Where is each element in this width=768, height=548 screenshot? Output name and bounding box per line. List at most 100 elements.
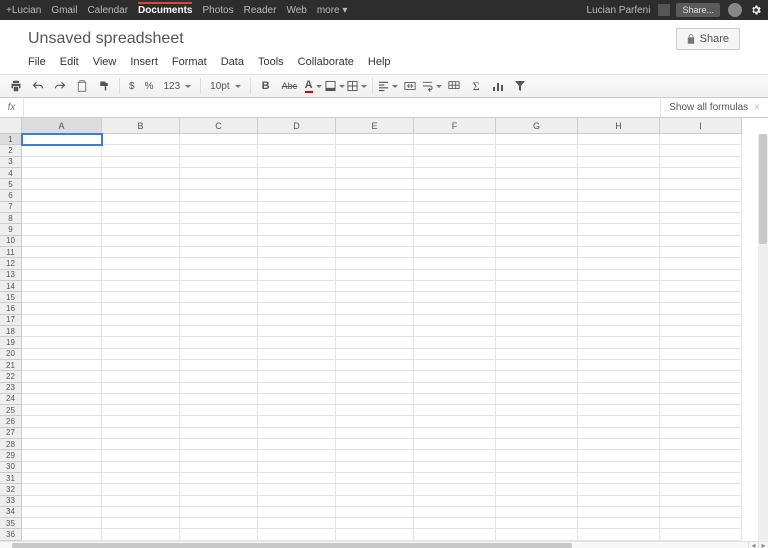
cell[interactable] xyxy=(660,292,742,303)
row-header[interactable]: 25 xyxy=(0,405,22,416)
undo-icon[interactable] xyxy=(28,77,48,95)
cell[interactable] xyxy=(660,168,742,179)
cell[interactable] xyxy=(578,281,660,292)
cell[interactable] xyxy=(414,507,496,518)
cell[interactable] xyxy=(660,224,742,235)
cell[interactable] xyxy=(180,428,258,439)
cell[interactable] xyxy=(414,213,496,224)
vertical-scrollbar[interactable] xyxy=(758,134,768,541)
gbar-link[interactable]: Documents xyxy=(138,2,192,16)
column-header[interactable]: F xyxy=(414,118,496,134)
cell[interactable] xyxy=(258,270,336,281)
cell[interactable] xyxy=(660,315,742,326)
cell[interactable] xyxy=(102,337,180,348)
cell[interactable] xyxy=(180,236,258,247)
cell[interactable] xyxy=(496,315,578,326)
cell[interactable] xyxy=(336,315,414,326)
cell[interactable] xyxy=(102,473,180,484)
cell[interactable] xyxy=(496,258,578,269)
cell[interactable] xyxy=(578,213,660,224)
cell[interactable] xyxy=(414,394,496,405)
cell[interactable] xyxy=(578,179,660,190)
print-icon[interactable] xyxy=(6,77,26,95)
functions-button[interactable]: Σ xyxy=(466,77,486,95)
cell[interactable] xyxy=(496,292,578,303)
cell[interactable] xyxy=(414,371,496,382)
cell[interactable] xyxy=(336,303,414,314)
cell[interactable] xyxy=(180,258,258,269)
number-format-button[interactable]: 123 xyxy=(159,77,195,95)
cell[interactable] xyxy=(102,462,180,473)
cell[interactable] xyxy=(414,383,496,394)
cell[interactable] xyxy=(22,134,102,145)
cell[interactable] xyxy=(496,360,578,371)
cell[interactable] xyxy=(22,179,102,190)
cell[interactable] xyxy=(102,270,180,281)
row-header[interactable]: 26 xyxy=(0,416,22,427)
cell[interactable] xyxy=(102,190,180,201)
cell[interactable] xyxy=(336,518,414,529)
menu-file[interactable]: File xyxy=(28,56,46,68)
cell[interactable] xyxy=(336,462,414,473)
cell[interactable] xyxy=(336,496,414,507)
cell[interactable] xyxy=(578,518,660,529)
cell[interactable] xyxy=(414,360,496,371)
cell[interactable] xyxy=(258,428,336,439)
row-header[interactable]: 6 xyxy=(0,190,22,201)
cell[interactable] xyxy=(22,383,102,394)
cell[interactable] xyxy=(414,349,496,360)
cell[interactable] xyxy=(496,281,578,292)
avatar-icon[interactable] xyxy=(728,3,742,17)
cell[interactable] xyxy=(660,213,742,224)
font-size-select[interactable]: 10pt xyxy=(206,77,244,95)
column-header[interactable]: A xyxy=(22,118,102,134)
cell[interactable] xyxy=(496,484,578,495)
fill-color-button[interactable] xyxy=(325,77,345,95)
column-header[interactable]: G xyxy=(496,118,578,134)
show-all-formulas-button[interactable]: Show all formulas × xyxy=(660,98,768,117)
cell[interactable] xyxy=(660,349,742,360)
cell[interactable] xyxy=(22,349,102,360)
row-header[interactable]: 5 xyxy=(0,179,22,190)
cell[interactable] xyxy=(496,337,578,348)
cell[interactable] xyxy=(660,394,742,405)
cell[interactable] xyxy=(496,496,578,507)
row-header[interactable]: 24 xyxy=(0,394,22,405)
cell[interactable] xyxy=(336,484,414,495)
cell[interactable] xyxy=(22,507,102,518)
cell[interactable] xyxy=(660,236,742,247)
cell[interactable] xyxy=(102,518,180,529)
cell[interactable] xyxy=(578,473,660,484)
cell[interactable] xyxy=(336,529,414,540)
cell[interactable] xyxy=(180,281,258,292)
row-header[interactable]: 18 xyxy=(0,326,22,337)
cell[interactable] xyxy=(336,349,414,360)
cell[interactable] xyxy=(180,349,258,360)
cell[interactable] xyxy=(258,202,336,213)
cell[interactable] xyxy=(496,349,578,360)
cell[interactable] xyxy=(660,303,742,314)
row-header[interactable]: 35 xyxy=(0,518,22,529)
cell[interactable] xyxy=(496,428,578,439)
cell[interactable] xyxy=(578,315,660,326)
cell[interactable] xyxy=(496,157,578,168)
gbar-share-button[interactable]: Share... xyxy=(676,3,720,17)
cell[interactable] xyxy=(496,326,578,337)
cell[interactable] xyxy=(180,383,258,394)
cell[interactable] xyxy=(180,360,258,371)
cell[interactable] xyxy=(180,190,258,201)
cell[interactable] xyxy=(258,484,336,495)
column-header[interactable]: C xyxy=(180,118,258,134)
cell[interactable] xyxy=(578,292,660,303)
cell[interactable] xyxy=(660,450,742,461)
cell[interactable] xyxy=(496,202,578,213)
cell[interactable] xyxy=(102,428,180,439)
cell[interactable] xyxy=(496,394,578,405)
gbar-link[interactable]: Reader xyxy=(244,5,277,16)
menu-view[interactable]: View xyxy=(93,56,117,68)
cell[interactable] xyxy=(578,428,660,439)
cell[interactable] xyxy=(102,258,180,269)
borders-button[interactable] xyxy=(347,77,367,95)
cell[interactable] xyxy=(336,190,414,201)
gbar-link[interactable]: Gmail xyxy=(51,5,77,16)
